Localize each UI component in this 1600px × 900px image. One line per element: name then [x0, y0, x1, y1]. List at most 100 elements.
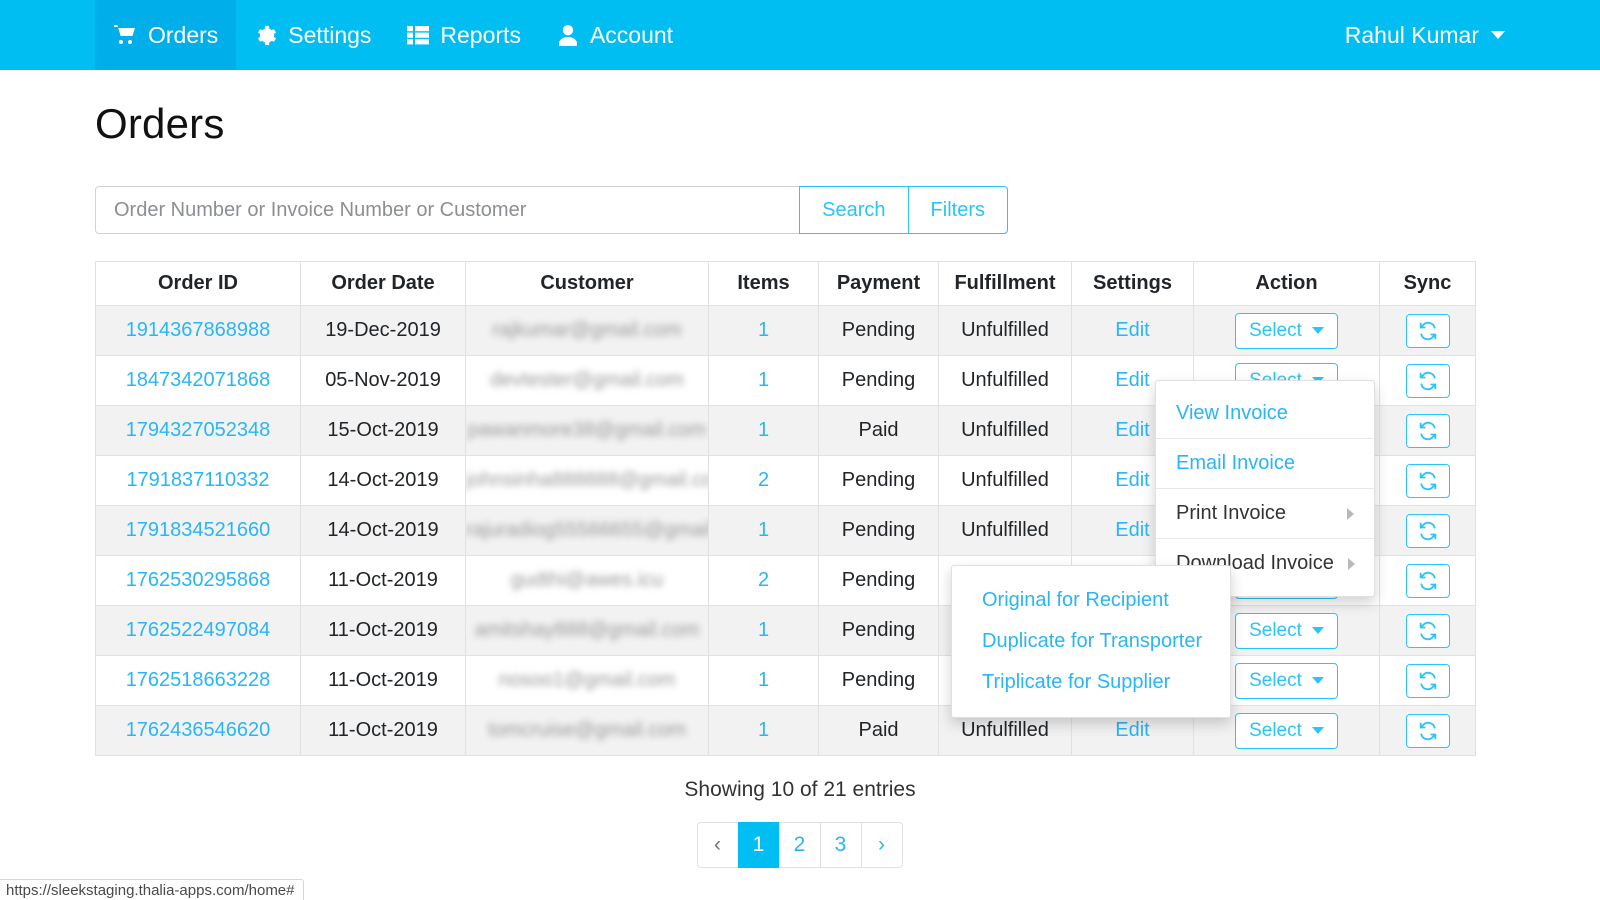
items-link[interactable]: 2 — [758, 569, 769, 591]
pagination-page-3[interactable]: 3 — [820, 822, 862, 868]
edit-link[interactable]: Edit — [1115, 419, 1149, 441]
menu-item-label: Email Invoice — [1176, 452, 1295, 475]
cell-fulfillment: Unfulfilled — [939, 356, 1072, 406]
nav-item-orders[interactable]: Orders — [95, 0, 236, 70]
chevron-down-icon — [1312, 627, 1324, 634]
cell-items: 1 — [709, 406, 819, 456]
pagination-next[interactable]: › — [861, 822, 903, 868]
submenu-item-original-for-recipient[interactable]: Original for Recipient — [952, 580, 1230, 621]
cell-items: 1 — [709, 306, 819, 356]
items-link[interactable]: 1 — [758, 369, 769, 391]
user-name: Rahul Kumar — [1345, 22, 1479, 49]
sync-button[interactable] — [1406, 714, 1450, 748]
col-order-id: Order ID — [96, 262, 301, 306]
sync-button[interactable] — [1406, 464, 1450, 498]
customer-email: rajkumar@gmail.com — [492, 319, 681, 341]
col-sync: Sync — [1380, 262, 1476, 306]
col-order-date: Order Date — [301, 262, 466, 306]
select-dropdown-button[interactable]: Select — [1235, 713, 1338, 749]
edit-link[interactable]: Edit — [1115, 469, 1149, 491]
menu-item-view-invoice[interactable]: View Invoice — [1156, 389, 1374, 438]
order-id-link[interactable]: 1762522497084 — [126, 619, 271, 641]
cell-payment: Pending — [819, 456, 939, 506]
nav-item-account[interactable]: Account — [539, 0, 691, 70]
items-link[interactable]: 1 — [758, 519, 769, 541]
edit-link[interactable]: Edit — [1115, 369, 1149, 391]
submenu-item-triplicate-for-supplier[interactable]: Triplicate for Supplier — [952, 662, 1230, 703]
cell-order-date: 11-Oct-2019 — [301, 656, 466, 706]
select-button-label: Select — [1249, 670, 1302, 692]
user-icon — [557, 24, 579, 47]
cell-customer: amitshay888@gmail.com — [466, 606, 709, 656]
sync-button[interactable] — [1406, 314, 1450, 348]
cell-fulfillment: Unfulfilled — [939, 306, 1072, 356]
select-dropdown-button[interactable]: Select — [1235, 663, 1338, 699]
menu-item-label: View Invoice — [1176, 402, 1288, 425]
pagination: ‹ 1 2 3 › — [0, 822, 1600, 868]
select-dropdown-button[interactable]: Select — [1235, 313, 1338, 349]
cell-payment: Paid — [819, 706, 939, 756]
cell-order-date: 14-Oct-2019 — [301, 506, 466, 556]
cell-items: 2 — [709, 556, 819, 606]
cell-order-id: 1914367868988 — [96, 306, 301, 356]
status-url: https://sleekstaging.thalia-apps.com/hom… — [6, 882, 295, 899]
cell-sync — [1380, 606, 1476, 656]
items-link[interactable]: 1 — [758, 619, 769, 641]
nav-item-settings[interactable]: Settings — [236, 0, 389, 70]
user-menu[interactable]: Rahul Kumar — [1345, 22, 1505, 49]
pagination-page-2[interactable]: 2 — [779, 822, 821, 868]
cell-settings: Edit — [1072, 306, 1194, 356]
customer-email: nosoo1@gmail.com — [498, 669, 675, 691]
cell-order-date: 05-Nov-2019 — [301, 356, 466, 406]
select-button-label: Select — [1249, 620, 1302, 642]
submenu-item-duplicate-for-transporter[interactable]: Duplicate for Transporter — [952, 621, 1230, 662]
nav-item-label: Orders — [148, 22, 218, 49]
sync-button[interactable] — [1406, 664, 1450, 698]
print-invoice-submenu: Original for Recipient Duplicate for Tra… — [951, 565, 1231, 718]
sync-button[interactable] — [1406, 564, 1450, 598]
customer-email: johnsinha888888@gmail.com — [466, 469, 709, 491]
sync-button[interactable] — [1406, 364, 1450, 398]
items-link[interactable]: 2 — [758, 469, 769, 491]
order-id-link[interactable]: 1791837110332 — [126, 469, 269, 491]
order-id-link[interactable]: 1914367868988 — [126, 319, 271, 341]
items-link[interactable]: 1 — [758, 419, 769, 441]
order-id-link[interactable]: 1847342071868 — [126, 369, 271, 391]
order-id-link[interactable]: 1762436546620 — [126, 719, 271, 741]
order-id-link[interactable]: 1794327052348 — [126, 419, 271, 441]
items-link[interactable]: 1 — [758, 719, 769, 741]
sync-button[interactable] — [1406, 514, 1450, 548]
pagination-page-1[interactable]: 1 — [738, 822, 780, 868]
cell-order-date: 11-Oct-2019 — [301, 706, 466, 756]
sync-button[interactable] — [1406, 414, 1450, 448]
filters-button[interactable]: Filters — [908, 186, 1008, 234]
customer-email: devtester@gmail.com — [490, 369, 684, 391]
cell-order-date: 19-Dec-2019 — [301, 306, 466, 356]
search-input[interactable] — [95, 186, 800, 234]
select-dropdown-button[interactable]: Select — [1235, 613, 1338, 649]
cell-items: 1 — [709, 606, 819, 656]
customer-email: gudthi@awes.icu — [511, 569, 664, 591]
cell-payment: Pending — [819, 356, 939, 406]
sync-button[interactable] — [1406, 614, 1450, 648]
cell-sync — [1380, 506, 1476, 556]
nav-item-reports[interactable]: Reports — [389, 0, 539, 70]
search-button[interactable]: Search — [799, 186, 908, 234]
order-id-link[interactable]: 1791834521660 — [126, 519, 271, 541]
menu-item-print-invoice[interactable]: Print Invoice — [1156, 489, 1374, 538]
order-id-link[interactable]: 1762530295868 — [126, 569, 271, 591]
items-link[interactable]: 1 — [758, 669, 769, 691]
order-id-link[interactable]: 1762518663228 — [126, 669, 271, 691]
menu-item-email-invoice[interactable]: Email Invoice — [1156, 439, 1374, 488]
edit-link[interactable]: Edit — [1115, 319, 1149, 341]
chevron-down-icon — [1491, 31, 1505, 39]
edit-link[interactable]: Edit — [1115, 519, 1149, 541]
items-link[interactable]: 1 — [758, 319, 769, 341]
cell-fulfillment: Unfulfilled — [939, 506, 1072, 556]
pagination-prev[interactable]: ‹ — [697, 822, 739, 868]
customer-email: pawanmore38@gmail.com — [468, 419, 706, 441]
cell-customer: gudthi@awes.icu — [466, 556, 709, 606]
col-fulfillment: Fulfillment — [939, 262, 1072, 306]
edit-link[interactable]: Edit — [1115, 719, 1149, 741]
cell-order-id: 1762436546620 — [96, 706, 301, 756]
